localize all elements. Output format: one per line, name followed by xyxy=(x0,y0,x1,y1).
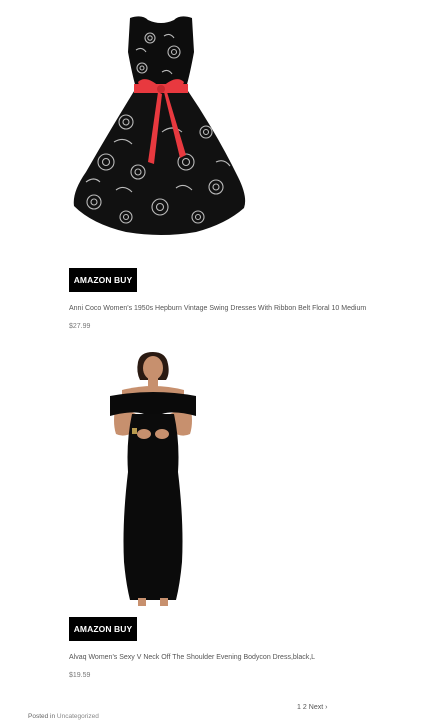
posted-in-label: Posted in xyxy=(28,713,56,720)
post-meta: Posted in Uncategorized xyxy=(28,713,99,720)
product-image-bodycon-dress[interactable] xyxy=(104,352,202,606)
product-price: $27.99 xyxy=(69,323,91,330)
amazon-buy-button[interactable]: AMAZON BUY xyxy=(69,268,137,292)
pagination: 12 Next › xyxy=(297,704,327,711)
product-title-link[interactable]: Anni Coco Women's 1950s Hepburn Vintage … xyxy=(69,305,366,312)
page-number-link[interactable]: 2 xyxy=(303,704,307,711)
amazon-buy-button[interactable]: AMAZON BUY xyxy=(69,617,137,641)
category-link[interactable]: Uncategorized xyxy=(57,713,99,720)
product-image-floral-dress[interactable] xyxy=(66,12,256,244)
product-price: $19.59 xyxy=(69,672,91,679)
product-title-link[interactable]: Alvaq Women's Sexy V Neck Off The Should… xyxy=(69,654,315,661)
next-page-link[interactable]: Next › xyxy=(309,704,328,711)
page-number-current: 1 xyxy=(297,704,301,711)
